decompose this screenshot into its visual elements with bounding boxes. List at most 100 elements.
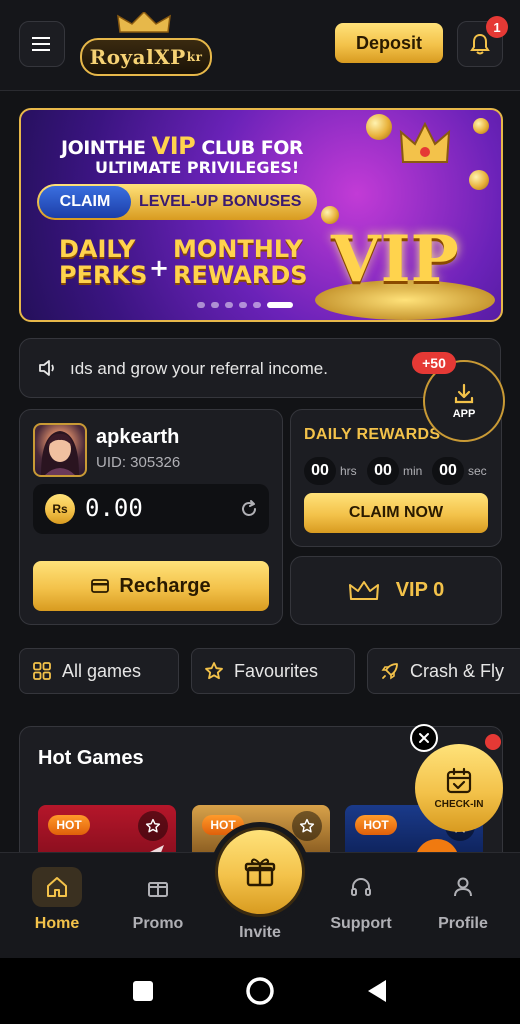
- timer-hours-unit: hrs: [340, 464, 357, 478]
- carousel-dot[interactable]: [225, 302, 233, 308]
- crown-icon: [117, 12, 171, 33]
- username: apkearth: [96, 426, 180, 448]
- category-tab-favourites[interactable]: Favourites: [191, 648, 355, 694]
- marquee-text: ıds and grow your referral income.: [70, 359, 328, 378]
- checkin-label: CHECK-IN: [434, 798, 484, 810]
- gift-box-icon: [148, 882, 168, 897]
- nav-support-label: Support: [330, 915, 392, 932]
- banner-subheadline: ULTIMATE PRIVILEGES!: [95, 158, 300, 177]
- claim-now-button[interactable]: CLAIM NOW: [304, 493, 488, 533]
- carousel-dots[interactable]: [197, 302, 293, 308]
- logo-wordmark: RoyalXP kr: [80, 38, 212, 76]
- user-card: apkearth UID: 305326 Rs 0.00 Recharge: [19, 409, 283, 625]
- nav-invite-label: Invite: [239, 924, 281, 941]
- notifications-button[interactable]: 1: [457, 16, 508, 67]
- hot-tag: HOT: [48, 815, 90, 835]
- nav-support[interactable]: Support: [321, 867, 401, 933]
- timer-minutes-value: 00: [367, 457, 399, 485]
- timer-minutes-unit: min: [403, 464, 423, 478]
- timer-hours: 00 hrs: [304, 457, 357, 485]
- app-label: APP: [452, 408, 476, 420]
- nav-promo[interactable]: Promo: [118, 867, 198, 933]
- user-uid: UID: 305326: [96, 454, 181, 471]
- banner-daily-perks: DAILY PERKS: [59, 235, 148, 289]
- refresh-icon[interactable]: [239, 499, 259, 519]
- promo-banner[interactable]: JOINTHE VIP CLUB FOR ULTIMATE PRIVILEGES…: [19, 108, 503, 322]
- avatar-portrait-icon: [41, 431, 79, 475]
- hot-games-title: Hot Games: [38, 747, 144, 769]
- nav-promo-label: Promo: [132, 915, 184, 932]
- coin-decoration: [473, 118, 489, 134]
- nav-home-icon-wrap: [32, 867, 82, 907]
- nav-profile-icon-wrap: [438, 867, 488, 907]
- category-label: All games: [62, 660, 142, 681]
- vip-level-card[interactable]: VIP 0: [290, 556, 502, 625]
- banner-levelup-text: LEVEL-UP BONUSES: [139, 193, 302, 210]
- timer-seconds: 00 sec: [432, 457, 487, 485]
- timer-minutes: 00 min: [367, 457, 422, 485]
- app-header: RoyalXP kr Deposit 1: [0, 0, 520, 91]
- home-icon: [47, 877, 67, 897]
- headset-icon: [351, 878, 371, 896]
- check-in-button[interactable]: CHECK-IN: [415, 734, 503, 832]
- menu-button[interactable]: [19, 21, 65, 67]
- calendar-check-icon: [446, 767, 472, 793]
- speaker-icon: [39, 360, 54, 376]
- nav-profile-label: Profile: [438, 915, 488, 932]
- banner-monthly-rewards: MONTHLY REWARDS: [173, 235, 308, 289]
- daily-rewards-title: DAILY REWARDS: [304, 426, 441, 443]
- carousel-dot[interactable]: [239, 302, 247, 308]
- user-icon: [454, 877, 472, 897]
- banner-claim-pill: CLAIM: [39, 186, 131, 218]
- carousel-dot[interactable]: [253, 302, 261, 308]
- nav-support-icon-wrap: [336, 867, 386, 907]
- checkin-notification-dot: [485, 734, 501, 750]
- bell-icon: [470, 33, 490, 55]
- rocket-icon: [381, 663, 398, 680]
- category-label: Favourites: [234, 660, 319, 681]
- download-icon: [454, 383, 474, 404]
- coin-decoration: [366, 114, 392, 140]
- checkin-close-button[interactable]: [410, 724, 438, 752]
- banner-headline: JOINTHE VIP CLUB FOR: [61, 132, 304, 160]
- category-tab-crash-fly[interactable]: Crash & Fly: [367, 648, 520, 694]
- wallet-card-icon: [91, 579, 110, 593]
- favourite-button[interactable]: [292, 811, 322, 841]
- recharge-button[interactable]: Recharge: [33, 561, 269, 611]
- favourite-button[interactable]: [138, 811, 168, 841]
- deposit-button[interactable]: Deposit: [335, 23, 443, 63]
- close-icon: [419, 733, 429, 743]
- carousel-dot[interactable]: [197, 302, 205, 308]
- banner-vip-graphic: VIP: [331, 222, 459, 297]
- nav-home[interactable]: Home: [17, 867, 97, 933]
- nav-profile[interactable]: Profile: [423, 867, 503, 933]
- rupee-coin-icon: Rs: [45, 494, 75, 524]
- recents-square-icon[interactable]: [132, 980, 154, 1002]
- back-triangle-icon[interactable]: [366, 978, 388, 1004]
- coin-decoration: [469, 170, 489, 190]
- invite-button[interactable]: [218, 830, 302, 914]
- recharge-label: Recharge: [119, 574, 211, 597]
- star-icon: [205, 662, 223, 680]
- carousel-dot[interactable]: [211, 302, 219, 308]
- star-icon: [145, 818, 161, 833]
- vip-level-label: VIP 0: [395, 579, 445, 601]
- star-icon: [299, 818, 315, 833]
- system-navigation-bar: [0, 958, 520, 1024]
- brand-logo[interactable]: RoyalXP kr: [80, 12, 212, 76]
- vip-crown-icon: [399, 122, 451, 163]
- banner-plus: +: [149, 254, 170, 282]
- carousel-dot-active[interactable]: [267, 302, 293, 308]
- hamburger-icon: [32, 37, 50, 51]
- crown-icon: [348, 580, 379, 600]
- category-tab-all-games[interactable]: All games: [19, 648, 179, 694]
- wallet-balance-box: Rs 0.00: [33, 484, 269, 534]
- timer-hours-value: 00: [304, 457, 336, 485]
- gift-icon: [244, 858, 276, 887]
- nav-home-label: Home: [34, 915, 80, 932]
- grid-icon: [33, 662, 51, 680]
- avatar[interactable]: [33, 423, 87, 477]
- notification-count-badge: 1: [486, 16, 508, 38]
- home-circle-icon[interactable]: [245, 976, 275, 1006]
- app-bonus-badge: +50: [412, 352, 456, 374]
